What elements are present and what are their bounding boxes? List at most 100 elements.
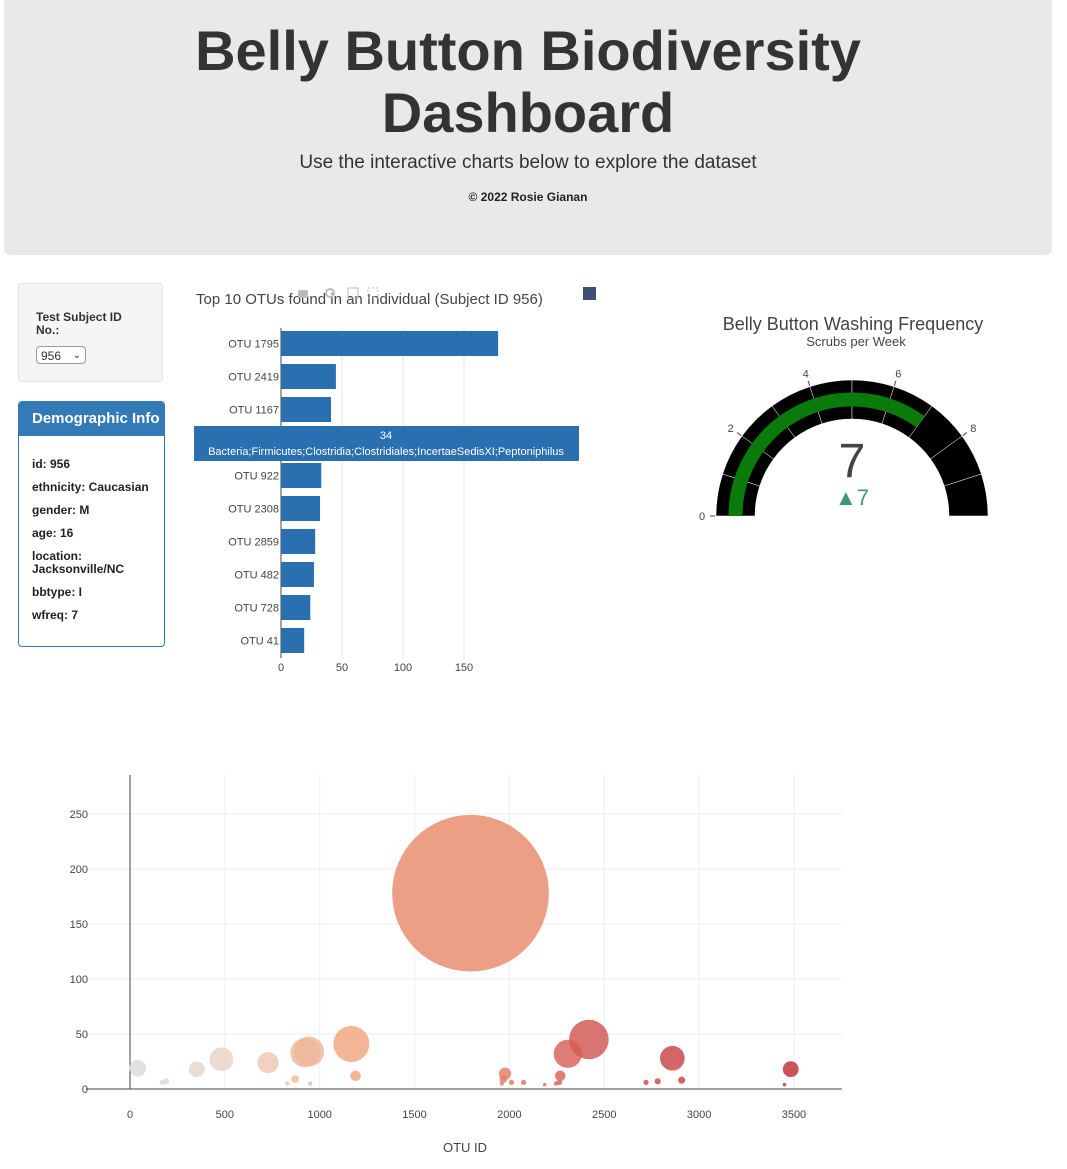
bubble-y-tick-label: 250: [70, 809, 88, 821]
demo-row-id: id: 956: [32, 457, 71, 471]
demo-row-ethnicity: ethnicity: Caucasian: [32, 480, 149, 494]
bubble-marker[interactable]: [129, 1059, 147, 1077]
bubble-chart-y-tick-labels: 0 50 100 150 200 250: [70, 809, 88, 1096]
bubble-marker[interactable]: [499, 1081, 505, 1086]
bubble-x-tick-label: 1000: [307, 1109, 331, 1121]
modebar-camera-icon[interactable]: [298, 290, 308, 298]
tooltip-value: 34: [380, 430, 392, 442]
demo-row-age: age: 16: [32, 526, 74, 540]
bubble-x-tick-label: 500: [216, 1109, 234, 1121]
bubble-marker[interactable]: [782, 1082, 787, 1087]
bubble-y-tick-label: 200: [70, 864, 88, 876]
bubble-x-tick-label: 0: [127, 1109, 133, 1121]
demographic-panel-heading: Demographic Info: [19, 402, 164, 436]
chevron-down-icon: ⌄: [72, 350, 81, 361]
bubble-y-tick-label: 100: [70, 974, 88, 986]
bubble-marker[interactable]: [660, 1045, 685, 1071]
bar-y-tick-label: OTU 728: [234, 603, 279, 615]
demo-row-gender: gender: M: [32, 503, 90, 517]
bubble-marker[interactable]: [508, 1079, 515, 1086]
gauge-value: 7: [839, 435, 866, 488]
bubble-marker[interactable]: [654, 1078, 661, 1085]
bar-y-tick-label: OTU 2859: [228, 537, 279, 549]
subject-selector-well: Test Subject ID No.: 956 ⌄: [18, 283, 163, 382]
gauge-tick: [807, 380, 811, 386]
gauge-tick-label: 0: [699, 511, 705, 523]
bubble-marker[interactable]: [188, 1061, 205, 1078]
bar[interactable]: [281, 463, 322, 488]
bar-hover-tooltip: 34 Bacteria;Firmicutes;Clostridia;Clostr…: [194, 426, 579, 461]
subject-id-select-value: 956: [41, 349, 62, 363]
page-title-line2: Dashboard: [381, 81, 675, 144]
bubble-marker[interactable]: [159, 1079, 165, 1086]
bar-chart-bars: [281, 331, 499, 653]
page-title-line1: Belly Button Biodiversity: [195, 19, 861, 82]
bar-y-tick-label: OTU 41: [240, 636, 279, 648]
bubble-marker[interactable]: [553, 1039, 582, 1068]
gauge-tick: [893, 380, 897, 386]
bubble-x-tick-label: 2000: [497, 1109, 521, 1121]
bubble-marker[interactable]: [291, 1075, 299, 1084]
bubble-y-tick-label: 0: [82, 1084, 88, 1096]
bar-chart-x-tick-labels: 0 50 100 150: [278, 662, 473, 674]
bubble-marker[interactable]: [643, 1079, 649, 1086]
bar[interactable]: [281, 529, 316, 554]
demographic-panel: Demographic Info id: 956 ethnicity: Cauc…: [18, 401, 165, 647]
bar[interactable]: [281, 496, 321, 521]
bubble-chart-x-axis-title: OTU ID: [443, 1140, 487, 1155]
bar-x-tick-label: 0: [278, 662, 284, 674]
gauge-title: Belly Button Washing Frequency: [723, 314, 983, 334]
bar-chart-y-tick-labels: OTU 1795OTU 2419OTU 1167OTU 944OTU 922OT…: [228, 339, 279, 648]
tooltip-label: Bacteria;Firmicutes;Clostridia;Clostridi…: [208, 446, 564, 458]
demographic-panel-body: id: 956 ethnicity: Caucasian gender: M a…: [19, 436, 164, 622]
bubble-marker[interactable]: [554, 1070, 566, 1082]
page-title: Belly Button Biodiversity Dashboard: [4, 20, 1052, 144]
bubble-marker[interactable]: [782, 1061, 799, 1078]
bubble-chart-x-tick-labels: 0 500 1000 1500 2000 2500 3000 3500: [127, 1109, 806, 1121]
bar-y-tick-label: OTU 922: [234, 471, 279, 483]
bar-x-tick-label: 150: [455, 662, 473, 674]
subject-selector-label: Test Subject ID No.:: [36, 310, 122, 337]
bubble-marker[interactable]: [542, 1082, 547, 1087]
bubble-marker[interactable]: [285, 1081, 290, 1086]
bar-x-tick-label: 100: [394, 662, 412, 674]
bubble-y-tick-label: 50: [76, 1029, 88, 1041]
subject-id-select[interactable]: 956 ⌄: [36, 346, 86, 364]
gauge-chart: Belly Button Washing Frequency Scrubs pe…: [699, 314, 989, 523]
bar-y-tick-label: OTU 1167: [229, 405, 279, 417]
demo-row-location: location: Jacksonville/NC: [32, 549, 125, 576]
bubble-marker[interactable]: [350, 1070, 361, 1082]
bar-y-tick-label: OTU 482: [234, 570, 279, 582]
bar[interactable]: [281, 562, 314, 587]
bubble-x-tick-label: 1500: [402, 1109, 426, 1121]
bar-x-tick-label: 50: [336, 662, 348, 674]
bubble-marker[interactable]: [290, 1038, 320, 1068]
gauge-tick-label: 4: [803, 368, 809, 380]
bubble-marker[interactable]: [392, 814, 549, 972]
bar-chart-title: Top 10 OTUs found in an Individual (Subj…: [196, 291, 543, 308]
gauge-tick-label: 6: [895, 368, 901, 380]
bubble-marker[interactable]: [553, 1081, 559, 1086]
bubble-marker[interactable]: [308, 1081, 313, 1086]
gauge-tick: [736, 432, 742, 436]
bar[interactable]: [281, 364, 336, 389]
modebar-plotly-logo-icon[interactable]: [583, 287, 596, 300]
bubble-marker[interactable]: [678, 1076, 686, 1084]
copyright-text: © 2022 Rosie Gianan: [468, 190, 588, 204]
bubble-x-tick-label: 3500: [782, 1109, 806, 1121]
bar[interactable]: [281, 331, 499, 356]
bar-chart-gridlines: [341, 328, 465, 658]
bar-y-tick-label: OTU 2308: [228, 504, 279, 516]
bar-y-tick-label: OTU 2419: [228, 372, 279, 384]
bubble-y-tick-label: 150: [70, 919, 88, 931]
bubble-marker[interactable]: [257, 1052, 279, 1074]
gauge-delta: ▲7: [835, 485, 869, 510]
bubble-marker[interactable]: [209, 1047, 234, 1072]
bubble-marker[interactable]: [333, 1025, 370, 1062]
page-subtitle: Use the interactive charts below to expl…: [299, 152, 757, 173]
bar[interactable]: [281, 595, 311, 620]
bubble-marker[interactable]: [520, 1079, 527, 1086]
gauge-subtitle: Scrubs per Week: [806, 334, 906, 349]
bar[interactable]: [281, 397, 332, 422]
bar[interactable]: [281, 628, 305, 653]
